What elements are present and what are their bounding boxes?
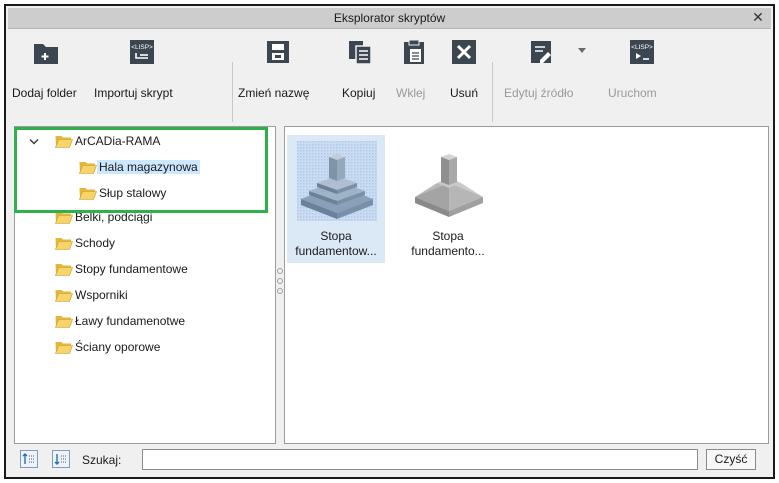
folder-open-icon [55, 290, 73, 302]
script-item[interactable]: Stopa fundamentow... [287, 135, 385, 263]
window-title: Eksplorator skryptów [333, 11, 446, 25]
expand-tree-icon [22, 453, 34, 464]
edit-source-button[interactable]: Edytuj źródło [498, 38, 592, 108]
splitter-grip [277, 288, 283, 294]
toolbar-separator [492, 62, 493, 122]
svg-text:<LISP>: <LISP> [131, 44, 153, 51]
script-item-caption: Stopa fundamentow... [287, 229, 385, 259]
run-label: Uruchom [608, 86, 657, 100]
tree-node-label: Stopy fundamentowe [75, 262, 188, 276]
delete-label: Usuń [450, 86, 479, 100]
paste-icon [404, 39, 424, 64]
close-icon[interactable]: ✕ [751, 10, 765, 24]
tree-node-label: Ławy fundamenotwe [75, 314, 186, 328]
add-folder-label: Dodaj folder [12, 86, 77, 100]
copy-icon [349, 41, 372, 65]
add-folder-button[interactable]: Dodaj folder [10, 38, 88, 108]
run-lisp-icon: <LISP> [630, 40, 654, 64]
sloped-footing-icon [415, 154, 483, 217]
highlight-box [14, 127, 268, 213]
script-item-line1: Stopa [432, 229, 464, 243]
panel-splitter[interactable] [276, 126, 284, 444]
clear-button[interactable]: Czyść [706, 449, 756, 470]
title-bar[interactable]: Eksplorator skryptów ✕ [8, 8, 771, 29]
rename-icon [267, 41, 289, 63]
import-script-button[interactable]: <LISP> Importuj skrypt [92, 38, 192, 108]
rename-label: Zmień nazwę [238, 86, 310, 100]
copy-button[interactable]: Kopiuj [338, 38, 382, 108]
splitter-grip [277, 278, 283, 284]
expand-all-button[interactable] [20, 450, 38, 468]
folder-open-icon [55, 264, 73, 276]
delete-button[interactable]: Usuń [442, 38, 486, 108]
search-input[interactable] [142, 449, 698, 470]
paste-button[interactable]: Wklej [392, 38, 436, 108]
script-item-line2: fundamento... [411, 244, 485, 258]
script-item[interactable]: Stopa fundamento... [399, 135, 497, 263]
script-item-line1: Stopa [320, 229, 352, 243]
tree-node-label: Schody [75, 236, 116, 250]
script-list[interactable]: Stopa fundamentow... Stopa fundamento... [284, 126, 769, 444]
script-item-line2: fundamentow... [295, 244, 377, 258]
edit-source-label: Edytuj źródło [504, 86, 574, 100]
folder-open-icon [55, 342, 73, 354]
folder-open-icon [55, 316, 73, 328]
import-script-label: Importuj skrypt [94, 86, 173, 100]
stepped-footing-icon [297, 141, 377, 221]
collapse-tree-icon [54, 454, 66, 465]
rename-button[interactable]: Zmień nazwę [234, 38, 316, 108]
search-label: Szukaj: [82, 453, 122, 467]
search-bar: Szukaj: Czyść [6, 446, 769, 473]
svg-text:<LISP>: <LISP> [631, 44, 653, 51]
import-lisp-icon: <LISP> [130, 40, 154, 64]
folder-open-icon [55, 238, 73, 250]
paste-label: Wklej [396, 86, 426, 100]
edit-source-icon [531, 41, 551, 63]
delete-icon [452, 40, 476, 64]
copy-label: Kopiuj [342, 86, 376, 100]
toolbar: Dodaj folder <LISP> Importuj skrypt Zmie… [8, 30, 771, 130]
script-item-caption: Stopa fundamento... [399, 229, 497, 259]
tree-node-label: Ściany oporowe [75, 340, 161, 354]
toolbar-separator [232, 62, 233, 122]
run-button[interactable]: <LISP> Uruchom [606, 38, 676, 108]
tree-node-label: Wsporniki [75, 288, 128, 302]
chevron-down-icon[interactable] [578, 48, 586, 54]
splitter-grip [277, 268, 283, 274]
add-folder-icon [34, 44, 58, 64]
collapse-all-button[interactable] [52, 450, 70, 468]
